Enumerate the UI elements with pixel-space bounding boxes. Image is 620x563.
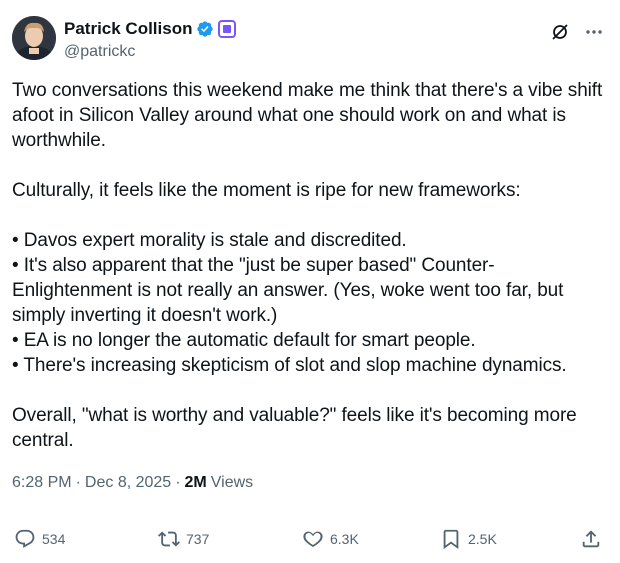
views-label[interactable]: Views [211,474,253,492]
bookmark-count: 2.5K [468,531,497,547]
meta-separator: · [175,474,181,491]
tweet-paragraph: Culturally, it feels like the moment is … [12,180,521,201]
bullet-item: • Davos expert morality is stale and dis… [12,230,407,251]
bullet-item: • It's also apparent that the "just be s… [12,255,564,326]
like-count: 6.3K [330,531,359,547]
tweet-time[interactable]: 6:28 PM [12,474,72,492]
verified-badge-icon[interactable] [196,20,214,38]
tweet-text: Two conversations this weekend make me t… [12,78,608,478]
tweet-card: Patrick Collison @patrickc Two conversat… [0,0,620,563]
grok-icon[interactable] [550,22,570,42]
more-icon[interactable] [584,22,604,42]
reply-button[interactable]: 534 [14,528,65,550]
reply-icon [14,528,36,550]
tweet-header: Patrick Collison @patrickc [12,14,608,66]
repost-button[interactable]: 737 [158,528,209,550]
like-button[interactable]: 6.3K [302,528,359,550]
affiliate-badge-icon[interactable] [218,20,237,38]
meta-separator: · [75,474,81,491]
bookmark-button[interactable]: 2.5K [440,528,497,550]
tweet-meta: 6:28 PM · Dec 8, 2025 · 2M Views [12,474,253,492]
repost-icon [158,528,180,550]
share-icon [580,528,602,550]
tweet-actions: 534 737 6.3K 2.5K [0,522,620,556]
display-name[interactable]: Patrick Collison [64,19,192,39]
bullet-list: • Davos expert morality is stale and dis… [12,228,608,378]
heart-icon [302,528,324,550]
tweet-paragraph: Overall, "what is worthy and valuable?" … [12,405,577,451]
share-button[interactable] [580,528,602,550]
avatar[interactable] [12,16,56,60]
tweet-date[interactable]: Dec 8, 2025 [85,474,171,492]
views-count[interactable]: 2M [185,474,207,492]
bullet-item: • EA is no longer the automatic default … [12,330,476,351]
tweet-paragraph: Two conversations this weekend make me t… [12,80,603,151]
author-names: Patrick Collison @patrickc [64,18,237,61]
author-handle[interactable]: @patrickc [64,43,236,61]
bookmark-icon [440,528,462,550]
repost-count: 737 [186,531,210,547]
reply-count: 534 [42,531,66,547]
header-actions [550,22,604,42]
bullet-item: • There's increasing skepticism of slot … [12,355,567,376]
name-row: Patrick Collison [64,18,237,40]
